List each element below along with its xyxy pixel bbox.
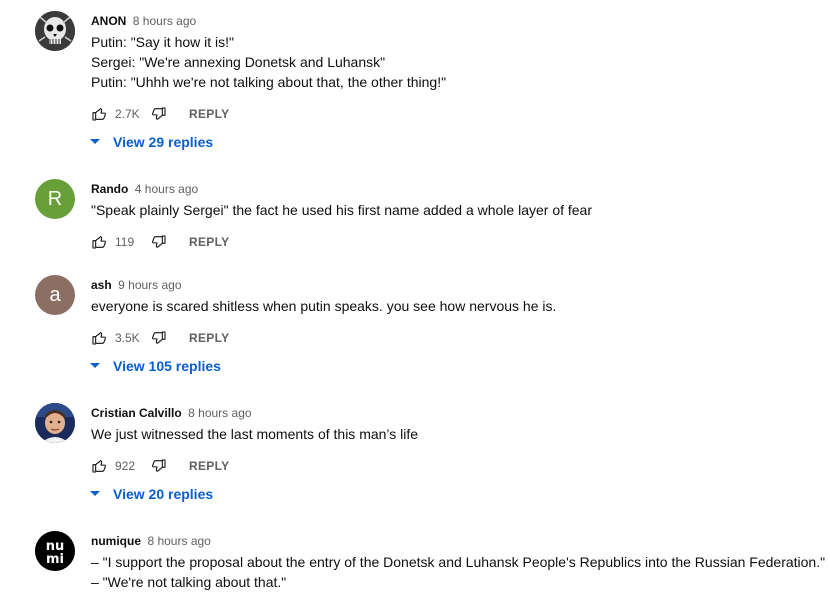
caret-down-icon [90,363,100,368]
author-name[interactable]: numique [91,534,141,548]
thumbs-down-icon[interactable] [151,234,167,250]
timestamp[interactable]: 8 hours ago [147,534,210,548]
numique-logo-icon: nu mi [35,531,75,571]
avatar-letter: R [47,187,63,210]
avatar[interactable]: R [35,179,75,219]
comment-text: – "I support the proposal about the entr… [91,552,825,592]
comment-line: We just witnessed the last moments of th… [91,426,419,442]
comment-line: – "We're not talking about that." [91,574,287,590]
thumbs-up-icon[interactable] [91,106,107,122]
view-replies-button[interactable]: View 20 replies [89,486,213,502]
thumbs-down-icon[interactable] [151,458,167,474]
comment-line: Sergei: "We're annexing Donetsk and Luha… [91,54,386,70]
thumbs-down-icon[interactable] [151,106,167,122]
view-replies-label: View 29 replies [113,134,214,150]
caret-down-icon [90,139,100,144]
view-replies-button[interactable]: View 105 replies [89,358,221,374]
view-replies-label: View 105 replies [113,358,221,374]
comment-actions: 119 REPLY [91,234,229,250]
comment: R Rando 4 hours ago "Speak plainly Serge… [0,179,829,259]
photo-avatar-icon [35,403,75,443]
skull-icon [35,11,75,51]
comment: a ash 9 hours ago everyone is scared shi… [0,275,829,385]
like-count: 119 [115,235,135,249]
thumbs-up-icon[interactable] [91,330,107,346]
comment-text: We just witnessed the last moments of th… [91,424,418,444]
author-name[interactable]: ANON [91,14,126,28]
timestamp[interactable]: 8 hours ago [188,406,251,420]
comment-line: – "I support the proposal about the entr… [91,554,826,570]
comment-header: numique 8 hours ago [91,532,211,548]
comment-header: ANON 8 hours ago [91,12,196,28]
timestamp[interactable]: 4 hours ago [135,182,198,196]
thumbs-down-icon[interactable] [151,330,167,346]
author-name[interactable]: ash [91,278,112,292]
comment-text: "Speak plainly Sergei" the fact he used … [91,200,592,220]
svg-text:mi: mi [46,552,64,567]
comment-header: Rando 4 hours ago [91,180,198,196]
comment-line: "Speak plainly Sergei" the fact he used … [91,202,593,218]
comment-text: Putin: "Say it how it is!" Sergei: "We'r… [91,32,446,92]
reply-button[interactable]: REPLY [189,459,229,473]
comment-line: Putin: "Uhhh we're not talking about tha… [91,74,447,90]
avatar[interactable] [35,11,75,51]
like-count: 922 [115,459,136,473]
like-count: 3.5K [115,331,140,345]
reply-button[interactable]: REPLY [189,107,229,121]
caret-down-icon [90,491,100,496]
comment: Cristian Calvillo 8 hours ago We just wi… [0,403,829,513]
avatar[interactable]: nu mi [35,531,75,571]
comment-line: everyone is scared shitless when putin s… [91,298,557,314]
comment-header: Cristian Calvillo 8 hours ago [91,404,252,420]
view-replies-button[interactable]: View 29 replies [89,134,213,150]
author-name[interactable]: Rando [91,182,128,196]
comment-line: Putin: "Say it how it is!" [91,34,234,50]
thumbs-up-icon[interactable] [91,458,107,474]
reply-button[interactable]: REPLY [189,235,229,249]
avatar[interactable] [35,403,75,443]
avatar-letter: a [49,283,61,306]
comment-actions: 2.7K REPLY [91,106,229,122]
author-name[interactable]: Cristian Calvillo [91,406,182,420]
comment-text: everyone is scared shitless when putin s… [91,296,556,316]
view-replies-label: View 20 replies [113,486,214,502]
comment: ANON 8 hours ago Putin: "Say it how it i… [0,11,829,161]
timestamp[interactable]: 8 hours ago [133,14,196,28]
reply-button[interactable]: REPLY [189,331,229,345]
comment-actions: 3.5K REPLY [91,330,229,346]
like-count: 2.7K [115,107,140,121]
timestamp[interactable]: 9 hours ago [118,278,181,292]
comment: nu mi numique 8 hours ago – "I support t… [0,531,829,596]
avatar[interactable]: a [35,275,75,315]
comment-actions: 922 REPLY [91,458,229,474]
comment-header: ash 9 hours ago [91,276,182,292]
thumbs-up-icon[interactable] [91,234,107,250]
